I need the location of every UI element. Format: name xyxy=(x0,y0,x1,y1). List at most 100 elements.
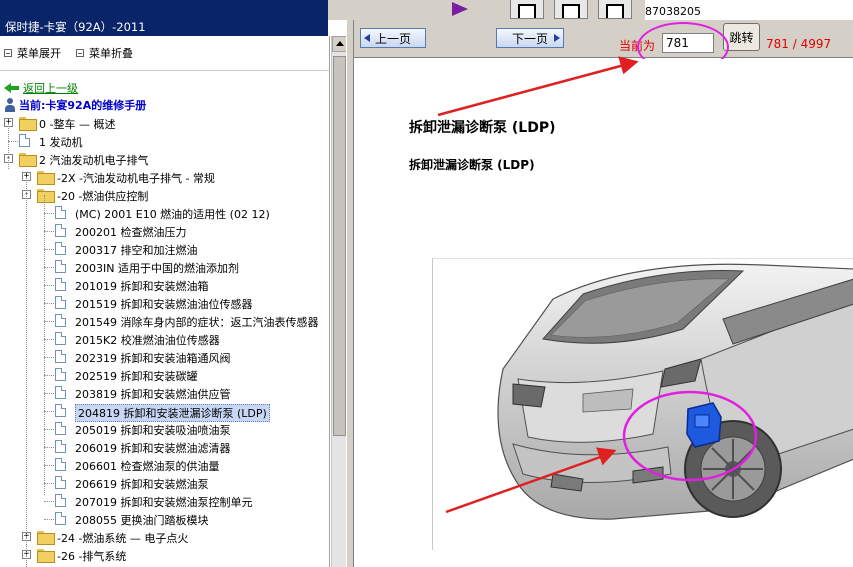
tree-item-label: 207019 拆卸和安装燃油泵控制单元 xyxy=(75,496,253,509)
tree-connector xyxy=(44,267,54,268)
tree-guide-line xyxy=(8,123,9,169)
tree-connector xyxy=(44,447,54,448)
tree-connector xyxy=(44,393,54,394)
tree-item[interactable]: 205019 拆卸和安装吸油喷油泵 xyxy=(0,420,322,438)
document-icon xyxy=(55,440,66,453)
tree-item[interactable]: +0 -整车 — 概述 xyxy=(0,114,322,132)
document-icon xyxy=(55,494,66,507)
page-count: 781 / 4997 xyxy=(766,37,832,51)
document-heading: 拆卸泄漏诊断泵 (LDP) xyxy=(409,120,556,136)
tree-item-label: (MC) 2001 E10 燃油的适用性 (02 12) xyxy=(75,208,270,221)
tree-item[interactable]: 200201 检查燃油压力 xyxy=(0,222,322,240)
tree-connector xyxy=(44,501,54,502)
tree-connector xyxy=(44,231,54,232)
arrow-right-icon xyxy=(554,34,560,42)
tree-item[interactable]: + -24 -燃油系统 — 电子点火 xyxy=(0,528,322,546)
document-icon xyxy=(55,332,66,345)
prev-page-button[interactable]: 上一页 xyxy=(360,28,426,48)
tree-item[interactable]: 2015K2 校准燃油油位传感器 xyxy=(0,330,322,348)
tree-connector xyxy=(44,339,54,340)
tree-item-label: 206619 拆卸和安装燃油泵 xyxy=(75,478,209,491)
tree-item[interactable]: 202519 拆卸和安装碳罐 xyxy=(0,366,322,384)
window-icon xyxy=(562,4,580,18)
tree-item[interactable]: 201519 拆卸和安装燃油油位传感器 xyxy=(0,294,322,312)
divider xyxy=(0,70,330,71)
top-info-number: 87038205 xyxy=(645,5,701,18)
tree-item-label: 206019 拆卸和安装燃油滤清器 xyxy=(75,442,231,455)
tree-guide-line xyxy=(44,195,45,495)
tree-item-label: 200201 检查燃油压力 xyxy=(75,226,187,239)
toolbar-button-1[interactable] xyxy=(510,0,544,19)
document-icon xyxy=(55,350,66,363)
menu-expand-label: 菜单展开 xyxy=(17,47,61,60)
document-icon xyxy=(55,404,66,417)
document-icon xyxy=(55,458,66,471)
toolbar-button-2[interactable] xyxy=(554,0,588,19)
tree-item[interactable]: (MC) 2001 E10 燃油的适用性 (02 12) xyxy=(0,204,322,222)
tree-connector xyxy=(44,249,54,250)
document-icon xyxy=(55,260,66,273)
tree-item-label: 205019 拆卸和安装吸油喷油泵 xyxy=(75,424,231,437)
tree-connector xyxy=(44,483,54,484)
menu-collapse[interactable]: 菜单折叠 xyxy=(76,45,133,61)
tree-item[interactable]: 207019 拆卸和安装燃油泵控制单元 xyxy=(0,492,322,510)
folder-icon xyxy=(37,189,55,203)
tree-item[interactable]: 202319 拆卸和安装油箱通风阀 xyxy=(0,348,322,366)
document-icon xyxy=(55,242,66,255)
tree-item[interactable]: + -26 -排气系统 xyxy=(0,546,322,564)
user-icon xyxy=(4,98,16,112)
tree-item[interactable]: 200317 排空和加注燃油 xyxy=(0,240,322,258)
folder-icon xyxy=(37,171,55,185)
tree-connector xyxy=(44,357,54,358)
folder-icon xyxy=(37,531,55,545)
back-arrow-icon xyxy=(4,83,20,93)
tree-item[interactable]: 1 发动机 xyxy=(0,132,322,150)
tree-item[interactable]: 201019 拆卸和安装燃油箱 xyxy=(0,276,322,294)
back-link[interactable]: 返回上一级 xyxy=(4,80,78,96)
tree-connector xyxy=(44,519,54,520)
tree-connector xyxy=(8,141,18,142)
window-icon xyxy=(518,4,536,18)
arrow-left-icon xyxy=(364,34,370,42)
left-scrollbar[interactable] xyxy=(331,36,347,567)
tree-item[interactable]: 206019 拆卸和安装燃油滤清器 xyxy=(0,438,322,456)
tree-item[interactable]: 206601 检查燃油泵的供油量 xyxy=(0,456,322,474)
scroll-up-icon[interactable] xyxy=(332,36,347,52)
tree-item-label: 206601 检查燃油泵的供油量 xyxy=(75,460,220,473)
tree-connector xyxy=(44,411,54,412)
expand-all-icon xyxy=(4,49,12,57)
tree-item[interactable]: 203819 拆卸和安装燃油供应管 xyxy=(0,384,322,402)
tree-item-label: 1 发动机 xyxy=(39,136,83,149)
prev-page-label: 上一页 xyxy=(374,31,411,46)
tree-connector xyxy=(44,429,54,430)
window-icon xyxy=(606,4,624,18)
pager-bar: 上一页 下一页 当前为 跳转 781 / 4997 xyxy=(354,20,853,72)
document-subheading: 拆卸泄漏诊断泵 (LDP) xyxy=(409,158,535,172)
tree-item[interactable]: 206619 拆卸和安装燃油泵 xyxy=(0,474,322,492)
current-manual-label: 当前:卡宴92A的维修手册 xyxy=(19,99,147,112)
tree-connector xyxy=(44,213,54,214)
document-view: 拆卸泄漏诊断泵 (LDP) 拆卸泄漏诊断泵 (LDP) xyxy=(354,59,853,567)
collapse-all-icon xyxy=(76,49,84,57)
back-link-label: 返回上一级 xyxy=(23,82,78,95)
tree-item[interactable]: - -20 -燃油供应控制 xyxy=(0,186,322,204)
tree-item[interactable]: 2003IN 适用于中国的燃油添加剂 xyxy=(0,258,322,276)
tree-item[interactable]: 201549 消除车身内部的症状：返工汽油表传感器（ xyxy=(0,312,322,330)
tree-item[interactable]: -2 汽油发动机电子排气 xyxy=(0,150,322,168)
tree-item[interactable]: 204819 拆卸和安装泄漏诊断泵 (LDP) xyxy=(0,402,322,422)
tree-item-label: -20 -燃油供应控制 xyxy=(57,190,149,203)
scroll-thumb[interactable] xyxy=(333,56,346,436)
current-manual: 当前:卡宴92A的维修手册 xyxy=(4,97,146,113)
tree-item-label: 2003IN 适用于中国的燃油添加剂 xyxy=(75,262,239,275)
tree-item-label: 2015K2 校准燃油油位传感器 xyxy=(75,334,220,347)
menu-expand[interactable]: 菜单展开 xyxy=(4,45,61,61)
document-icon xyxy=(55,314,66,327)
toolbar-button-3[interactable] xyxy=(598,0,632,19)
folder-icon xyxy=(37,549,55,563)
tree-item[interactable]: 208055 更换油门踏板模块 xyxy=(0,510,322,528)
panel-splitter[interactable] xyxy=(346,20,354,567)
play-arrow-icon[interactable] xyxy=(452,2,468,16)
next-page-button[interactable]: 下一页 xyxy=(496,28,564,48)
tree-item[interactable]: + -2X -汽油发动机电子排气 - 常规 xyxy=(0,168,322,186)
document-icon xyxy=(55,296,66,309)
